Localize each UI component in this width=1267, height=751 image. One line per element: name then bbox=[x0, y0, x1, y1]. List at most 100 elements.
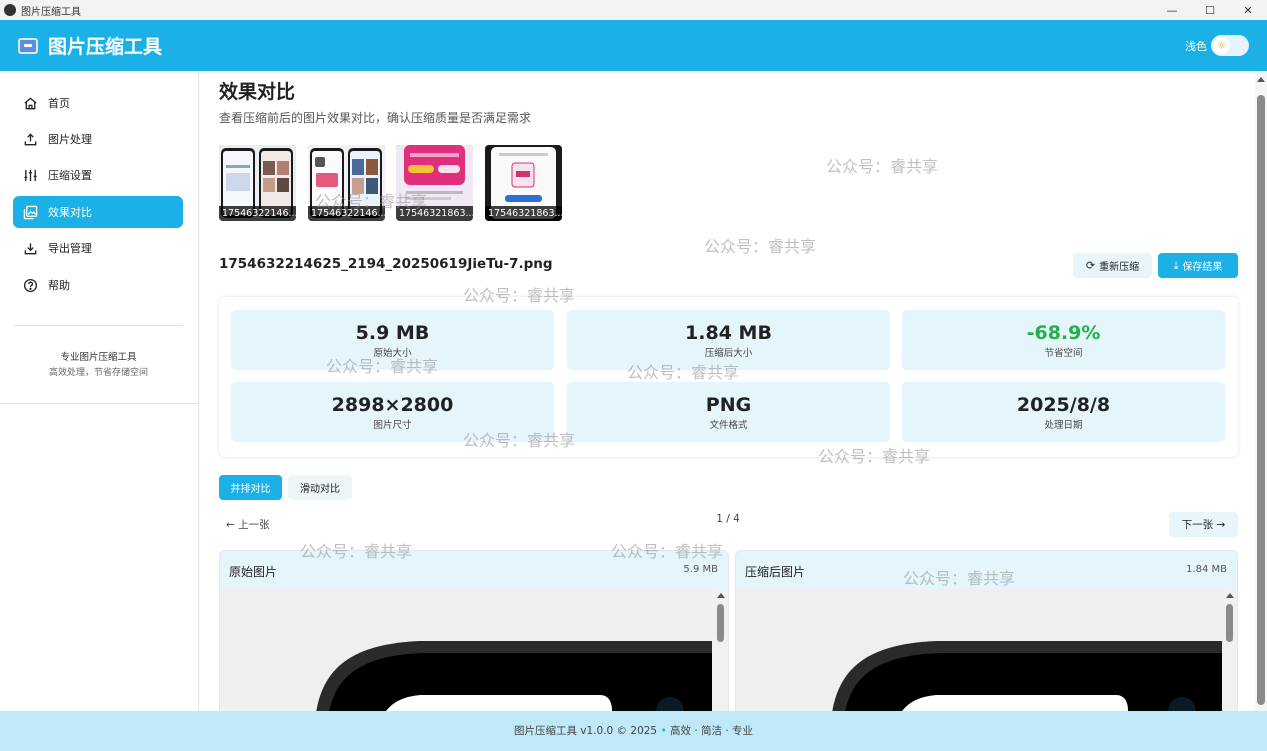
next-image-button[interactable]: 下一张 → bbox=[1169, 512, 1238, 537]
window-titlebar: 图片压缩工具 — ☐ ✕ bbox=[0, 0, 1267, 20]
scroll-thumb[interactable] bbox=[1226, 604, 1233, 642]
original-image-panel: 原始图片 5.9 MB bbox=[219, 550, 729, 711]
image-compare-icon bbox=[22, 204, 38, 220]
panel-scrollbar[interactable] bbox=[1222, 589, 1237, 711]
panel-size: 1.84 MB bbox=[1186, 564, 1227, 575]
panel-header: 原始图片 5.9 MB bbox=[220, 551, 728, 589]
compressed-image-preview bbox=[736, 589, 1224, 711]
main-scrollbar[interactable] bbox=[1255, 71, 1267, 711]
stat-original-size: 5.9 MB 原始大小 bbox=[231, 310, 554, 370]
sidebar-item-export[interactable]: 导出管理 bbox=[13, 232, 183, 264]
panel-title: 压缩后图片 bbox=[745, 565, 806, 579]
sidebar-item-compare[interactable]: 效果对比 bbox=[13, 196, 183, 228]
sidebar-item-label: 图片处理 bbox=[48, 133, 92, 146]
original-image-preview bbox=[220, 589, 712, 711]
stat-label: 文件格式 bbox=[709, 420, 748, 431]
stat-label: 处理日期 bbox=[1044, 420, 1083, 431]
sliders-icon bbox=[22, 167, 38, 183]
footer: 图片压缩工具 v1.0.0 © 2025 • 高效 · 简洁 · 专业 bbox=[0, 711, 1267, 751]
scroll-thumb[interactable] bbox=[1257, 95, 1265, 705]
maximize-button[interactable]: ☐ bbox=[1191, 0, 1229, 20]
save-result-label: 保存结果 bbox=[1182, 262, 1223, 273]
refresh-icon: ⟳ bbox=[1085, 259, 1096, 272]
theme-toggle[interactable]: ☼ bbox=[1211, 35, 1249, 56]
sidebar-divider-bottom bbox=[0, 403, 199, 404]
sidebar-divider bbox=[13, 325, 183, 326]
save-result-button[interactable]: ⤓ 保存结果 bbox=[1158, 253, 1238, 278]
sidebar-item-label: 导出管理 bbox=[48, 242, 92, 255]
help-icon bbox=[22, 277, 38, 293]
sun-icon: ☼ bbox=[1213, 37, 1230, 54]
main-content: 效果对比 查看压缩前后的图片效果对比，确认压缩质量是否满足需求 17546322… bbox=[200, 71, 1254, 711]
sidebar-item-label: 效果对比 bbox=[48, 206, 92, 219]
app-logo-icon bbox=[18, 37, 38, 54]
download-icon: ⤓ bbox=[1173, 258, 1179, 272]
page-title: 效果对比 bbox=[219, 81, 296, 103]
footer-tagline: 高效 · 简洁 · 专业 bbox=[670, 725, 754, 737]
theme-label: 浅色 bbox=[1185, 40, 1207, 53]
sidebar: 首页 图片处理 压缩设置 效果对比 导出管理 帮助 专业图片压缩工具 高效处理，… bbox=[0, 71, 199, 711]
footer-dot: • bbox=[660, 725, 667, 737]
stat-value: -68.9% bbox=[1026, 322, 1101, 344]
panel-scrollbar[interactable] bbox=[713, 589, 728, 711]
file-name: 1754632214625_2194_20250619JieTu-7.png bbox=[219, 256, 553, 272]
side-by-side-button[interactable]: 并排对比 bbox=[219, 475, 282, 500]
minimize-button[interactable]: — bbox=[1153, 0, 1191, 20]
stat-value: 5.9 MB bbox=[355, 322, 430, 344]
thumbnail-label: 17546322146... bbox=[308, 206, 385, 221]
scroll-up-icon[interactable] bbox=[1226, 593, 1234, 598]
page-subtitle: 查看压缩前后的图片效果对比，确认压缩质量是否满足需求 bbox=[219, 111, 532, 125]
stat-value: 2025/8/8 bbox=[1016, 394, 1111, 416]
sidebar-slogan-title: 专业图片压缩工具 bbox=[60, 352, 137, 363]
sidebar-item-settings[interactable]: 压缩设置 bbox=[13, 159, 183, 191]
app-header: 图片压缩工具 浅色 ☼ bbox=[0, 20, 1267, 71]
app-window-icon bbox=[4, 4, 16, 16]
recompress-button[interactable]: ⟳ 重新压缩 bbox=[1073, 253, 1152, 278]
panel-header: 压缩后图片 1.84 MB bbox=[736, 551, 1237, 589]
sidebar-item-label: 首页 bbox=[48, 97, 70, 110]
slide-compare-button[interactable]: 滑动对比 bbox=[288, 475, 352, 500]
stats-card: 5.9 MB 原始大小 1.84 MB 压缩后大小 -68.9% 节省空间 28… bbox=[219, 297, 1238, 457]
stat-label: 图片尺寸 bbox=[373, 420, 412, 431]
window-controls: — ☐ ✕ bbox=[1153, 0, 1267, 20]
thumbnail-label: 17546321863... bbox=[485, 206, 562, 221]
stat-dimensions: 2898×2800 图片尺寸 bbox=[231, 382, 554, 442]
scroll-up-icon[interactable] bbox=[1257, 77, 1265, 82]
home-icon bbox=[22, 95, 38, 111]
thumbnail-1[interactable]: 17546322146... bbox=[219, 145, 296, 221]
stat-label: 压缩后大小 bbox=[704, 348, 753, 359]
window-title: 图片压缩工具 bbox=[21, 6, 81, 18]
stat-value: 2898×2800 bbox=[331, 394, 454, 416]
footer-version: 图片压缩工具 v1.0.0 © 2025 bbox=[513, 725, 658, 737]
compressed-image-panel: 压缩后图片 1.84 MB bbox=[735, 550, 1238, 711]
stat-value: PNG bbox=[705, 394, 752, 416]
app-title: 图片压缩工具 bbox=[48, 36, 163, 58]
thumbnail-3[interactable]: 17546321863... bbox=[396, 145, 473, 221]
thumbnail-label: 17546321863... bbox=[396, 206, 473, 221]
recompress-label: 重新压缩 bbox=[1099, 262, 1140, 273]
stat-space-saved: -68.9% 节省空间 bbox=[902, 310, 1225, 370]
stat-label: 节省空间 bbox=[1044, 348, 1083, 359]
stat-format: PNG 文件格式 bbox=[567, 382, 890, 442]
thumbnail-2[interactable]: 17546322146... bbox=[308, 145, 385, 221]
sidebar-item-process[interactable]: 图片处理 bbox=[13, 123, 183, 155]
page-indicator: 1 / 4 bbox=[716, 513, 740, 525]
upload-icon bbox=[22, 131, 38, 147]
sidebar-item-help[interactable]: 帮助 bbox=[13, 269, 183, 301]
download-icon bbox=[22, 240, 38, 256]
panel-title: 原始图片 bbox=[229, 565, 278, 579]
thumbnail-4[interactable]: 17546321863... bbox=[485, 145, 562, 221]
panel-size: 5.9 MB bbox=[683, 564, 718, 575]
sidebar-item-home[interactable]: 首页 bbox=[13, 87, 183, 119]
stat-label: 原始大小 bbox=[373, 348, 412, 359]
scroll-up-icon[interactable] bbox=[717, 593, 725, 598]
stat-date: 2025/8/8 处理日期 bbox=[902, 382, 1225, 442]
thumbnail-label: 17546322146... bbox=[219, 206, 296, 221]
sidebar-item-label: 压缩设置 bbox=[48, 169, 92, 182]
stat-compressed-size: 1.84 MB 压缩后大小 bbox=[567, 310, 890, 370]
close-button[interactable]: ✕ bbox=[1229, 0, 1267, 20]
scroll-thumb[interactable] bbox=[717, 604, 724, 642]
sidebar-item-label: 帮助 bbox=[48, 279, 70, 292]
sidebar-slogan-subtitle: 高效处理，节省存储空间 bbox=[48, 368, 148, 378]
prev-image-button[interactable]: ← 上一张 bbox=[226, 517, 270, 532]
